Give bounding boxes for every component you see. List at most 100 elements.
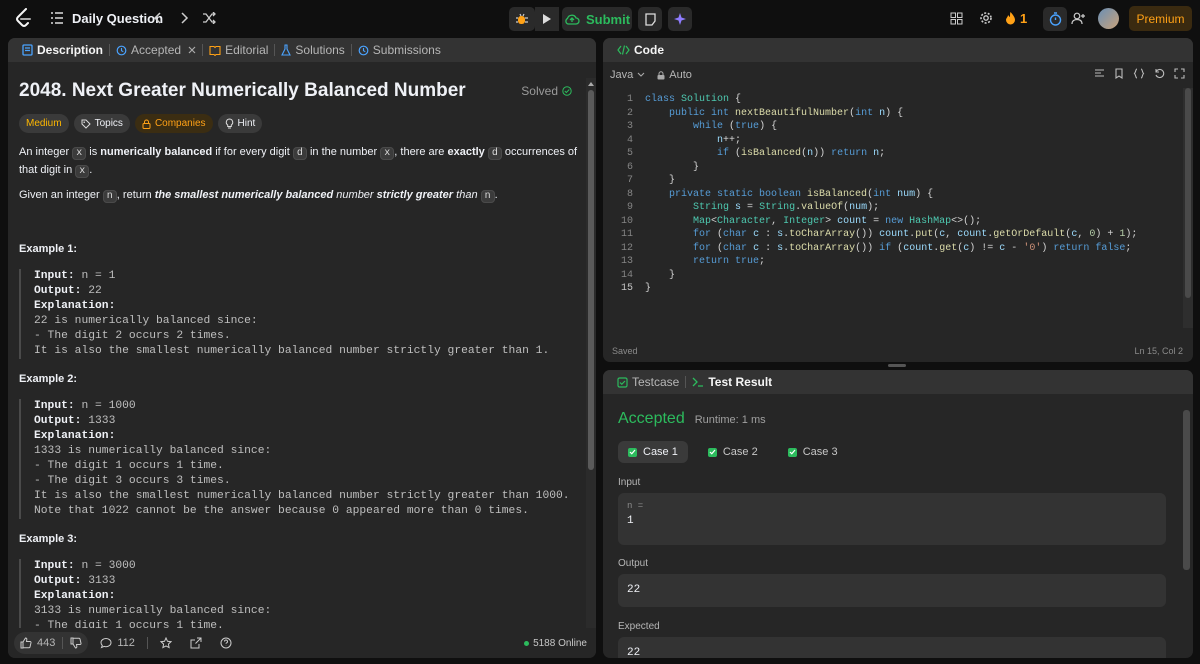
streak-counter[interactable]: 1 xyxy=(1005,8,1027,28)
code-icon xyxy=(617,45,630,55)
run-button[interactable] xyxy=(535,7,559,31)
case-tab-3[interactable]: Case 3 xyxy=(778,441,848,463)
tab-label: Editorial xyxy=(225,43,269,57)
line-number: 2 xyxy=(626,107,633,119)
description-scrollbar[interactable] xyxy=(586,78,596,628)
prev-problem-button[interactable] xyxy=(148,8,168,28)
output-label: Output xyxy=(618,558,649,569)
avatar[interactable] xyxy=(1098,8,1119,29)
submit-label: Submit xyxy=(585,11,631,27)
leetcode-logo-icon[interactable] xyxy=(14,8,34,28)
line-number: 5 xyxy=(626,148,633,159)
code-token: int xyxy=(855,107,880,119)
submit-button[interactable]: Submit xyxy=(562,7,632,31)
code-line: n++; xyxy=(645,134,1137,148)
bold-italic-text: the smallest numerically balanced xyxy=(154,189,334,201)
code-line: public int nextBeautifulNumber(int n) { xyxy=(645,107,1137,121)
ai-assistant-button[interactable] xyxy=(668,7,692,31)
tab-label: Testcase xyxy=(632,375,680,389)
help-button[interactable] xyxy=(214,632,238,654)
inline-code: d xyxy=(292,147,307,160)
add-user-button[interactable] xyxy=(1068,8,1088,28)
scrollbar-thumb[interactable] xyxy=(588,90,594,470)
settings-button[interactable] xyxy=(976,8,996,28)
tab-solutions[interactable]: Solutions xyxy=(275,38,350,62)
problem-list-link[interactable]: Daily Question xyxy=(50,8,163,28)
expected-value: 22 xyxy=(627,647,641,658)
code-token: <>(); xyxy=(951,215,982,227)
timer-button[interactable] xyxy=(1043,7,1067,31)
tab-code[interactable]: Code xyxy=(611,38,670,62)
test-scrollbar[interactable] xyxy=(1183,410,1190,570)
notes-button[interactable] xyxy=(638,7,662,31)
code-tabbar: Code xyxy=(603,38,1193,62)
line-number: 14 xyxy=(620,269,633,281)
debug-button[interactable] xyxy=(509,7,535,31)
code-token: ); xyxy=(867,202,880,213)
code-token: isBalanced xyxy=(741,148,802,159)
tab-submissions[interactable]: Submissions xyxy=(352,38,447,62)
reset-icon[interactable] xyxy=(1154,68,1165,79)
code-token: , xyxy=(945,229,958,240)
example-input: n = 1000 xyxy=(81,400,136,412)
tab-accepted[interactable]: Accepted xyxy=(110,38,202,62)
code-token: } xyxy=(645,269,676,281)
code-editor[interactable]: 1 2 3 4 5 6 7 8 9 10 11 12 13 14 15 clas… xyxy=(603,90,1193,298)
layout-button[interactable] xyxy=(946,8,966,28)
tab-test-result[interactable]: Test Result xyxy=(686,370,778,394)
case-tab-1[interactable]: Case 1 xyxy=(618,441,688,463)
add-user-icon xyxy=(1070,12,1086,25)
close-icon[interactable] xyxy=(188,46,196,54)
code-token: ()) xyxy=(855,242,880,254)
premium-button[interactable]: Premium xyxy=(1129,6,1192,31)
shuffle-button[interactable] xyxy=(198,8,220,28)
tab-description[interactable]: Description xyxy=(16,38,109,62)
example-output: 3133 xyxy=(88,575,116,587)
companies-chip[interactable]: Companies xyxy=(134,114,213,133)
document-icon xyxy=(22,44,33,56)
scrollbar-thumb[interactable] xyxy=(1185,88,1191,298)
tab-testcase[interactable]: Testcase xyxy=(611,370,685,394)
line-number: 13 xyxy=(620,256,633,267)
language-select[interactable]: Java xyxy=(610,69,645,81)
divider xyxy=(146,637,148,649)
topics-chip[interactable]: Topics xyxy=(73,114,130,133)
favorite-button[interactable] xyxy=(154,632,178,654)
like-button[interactable]: 443 xyxy=(14,632,89,654)
code-token: - xyxy=(1005,242,1024,254)
input-label: Input: xyxy=(34,560,75,572)
italic-text: number xyxy=(333,189,377,201)
code-token: if xyxy=(879,242,898,254)
thumbs-down-icon[interactable] xyxy=(70,637,82,649)
share-button[interactable] xyxy=(184,632,208,654)
code-token: while xyxy=(693,121,730,132)
comments-button[interactable]: 112 xyxy=(94,632,141,654)
fullscreen-icon[interactable] xyxy=(1174,68,1185,79)
code-token: ; xyxy=(879,148,886,159)
editor-scrollbar[interactable] xyxy=(1183,88,1193,328)
description-panel: Description Accepted Editorial Solutions… xyxy=(8,38,596,658)
code-token: : xyxy=(759,242,778,254)
code-token: count xyxy=(879,229,910,240)
test-tabbar: Testcase Test Result xyxy=(603,370,1193,394)
hint-chip[interactable]: Hint xyxy=(217,114,263,133)
layout-grid-icon xyxy=(950,12,963,25)
bookmark-icon[interactable] xyxy=(1114,68,1124,79)
format-icon[interactable] xyxy=(1094,68,1105,79)
braces-icon[interactable] xyxy=(1133,68,1145,79)
case-tab-2[interactable]: Case 2 xyxy=(698,441,768,463)
next-problem-button[interactable] xyxy=(174,8,194,28)
autosave-toggle[interactable]: Auto xyxy=(657,69,692,81)
tab-editorial[interactable]: Editorial xyxy=(203,38,274,62)
panel-resize-handle[interactable] xyxy=(888,364,906,367)
problem-chips: Medium Topics Companies Hint xyxy=(19,114,263,133)
difficulty-badge: Medium xyxy=(19,114,69,133)
description-content[interactable]: 2048. Next Greater Numerically Balanced … xyxy=(8,62,596,628)
solved-label: Solved xyxy=(521,84,558,98)
test-panel: Testcase Test Result Accepted Runtime: 1… xyxy=(603,370,1193,658)
language-value: Java xyxy=(610,69,634,81)
text: if for every digit xyxy=(212,146,293,158)
case-label: Case 2 xyxy=(722,446,758,458)
list-icon xyxy=(50,12,64,24)
